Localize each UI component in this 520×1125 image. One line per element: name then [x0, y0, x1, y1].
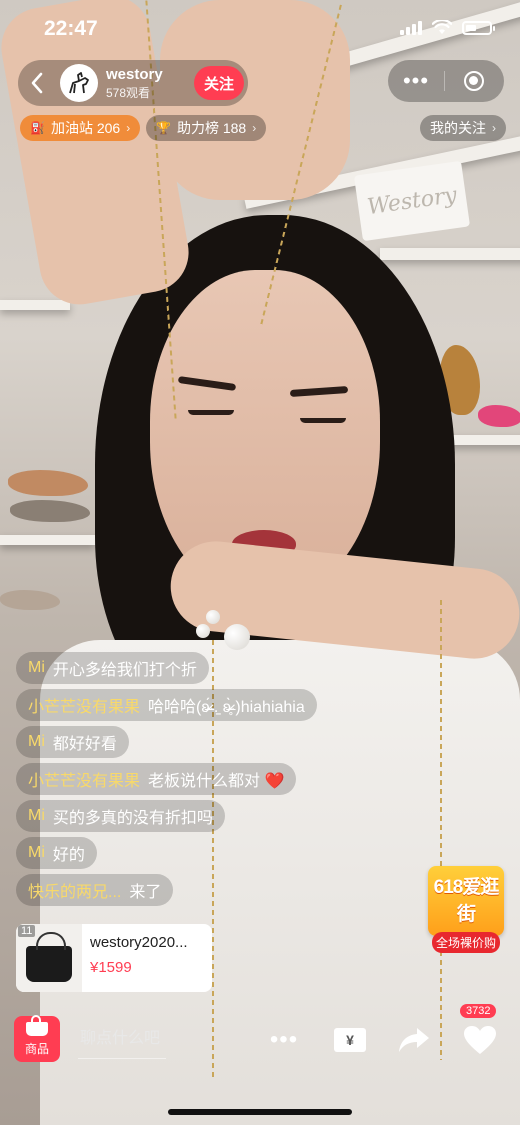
chevron-left-icon: [31, 72, 43, 94]
target-icon: [464, 71, 484, 91]
pearl: [206, 610, 220, 624]
comment-item: 快乐的两兄... 来了: [16, 874, 174, 906]
wall-shelf: [0, 535, 95, 545]
eye: [300, 418, 346, 423]
chevron-right-icon: ›: [252, 121, 257, 135]
coupon-icon: ¥: [334, 1028, 366, 1052]
comment-feed: Mi 开心多给我们打个折 小芒芒没有果果 哈哈哈(ʚ̴̶̷́ .̠ ʚ̴̶̷̥̀ )…: [16, 652, 376, 911]
support-rank-chip[interactable]: 🏆 助力榜 188 ›: [146, 115, 267, 141]
product-info: westory2020... ¥1599: [82, 924, 196, 992]
comment-username: Mi: [28, 844, 45, 861]
comment-item: Mi 开心多给我们打个折: [16, 652, 209, 684]
coupon-button[interactable]: ¥: [330, 1020, 370, 1060]
comment-text: 开心多给我们打个折: [52, 662, 197, 679]
follow-button[interactable]: 关注: [193, 66, 244, 100]
horse-rider-logo-icon: [62, 66, 96, 100]
comment-username: Mi: [28, 659, 45, 676]
pearl: [196, 624, 210, 638]
trophy-icon: 🏆: [156, 121, 171, 135]
miniprogram-capsule: •••: [388, 60, 504, 102]
view-count: 578观看: [106, 85, 151, 100]
product-thumbnail: 11: [16, 924, 82, 992]
like-button[interactable]: [460, 1020, 500, 1060]
comment-username: 小芒芒没有果果: [28, 773, 141, 790]
comment-text: 都好好看: [52, 736, 117, 753]
promo-618-badge[interactable]: 618爱逛街 全场裸价购: [428, 866, 504, 953]
product-name: westory2020...: [90, 934, 188, 951]
battery-icon: [462, 20, 495, 35]
close-miniprogram-button[interactable]: [445, 71, 503, 91]
my-follow-chip[interactable]: 我的关注 ›: [420, 115, 506, 141]
heart-icon: [464, 1026, 496, 1054]
wall-logo-sign: Westory: [353, 160, 471, 242]
eye: [188, 410, 234, 415]
comment-text: 来了: [129, 884, 162, 901]
status-bar: 22:47: [0, 0, 520, 58]
host-avatar[interactable]: [60, 64, 98, 102]
comment-text: 老板说什么都对 ❤️: [148, 773, 285, 790]
comment-text: 买的多真的没有折扣吗: [52, 810, 213, 827]
necklace-chain: [440, 600, 442, 1060]
wall-shelf: [380, 248, 520, 260]
fuel-station-chip[interactable]: ⛽ 加油站 206 ›: [20, 115, 141, 141]
comment-username: 快乐的两兄...: [28, 884, 122, 901]
comment-username: 小芒芒没有果果: [28, 699, 141, 716]
comment-item: Mi 好的: [16, 837, 97, 869]
wifi-icon: [432, 20, 452, 34]
comment-username: Mi: [28, 807, 45, 824]
goods-button[interactable]: 商品: [14, 1015, 60, 1062]
promo-title: 618爱逛街: [433, 877, 500, 925]
my-follow-label: 我的关注: [430, 120, 486, 136]
home-indicator: [168, 1109, 352, 1115]
handbag-image: [26, 932, 72, 982]
chevron-right-icon: ›: [492, 121, 496, 135]
host-header: westory 578观看 关注: [18, 60, 248, 106]
share-icon: [399, 1028, 429, 1052]
product-index: 11: [18, 925, 36, 937]
comment-username: Mi: [28, 733, 45, 750]
comment-item: 小芒芒没有果果 哈哈哈(ʚ̴̶̷́ .̠ ʚ̴̶̷̥̀ )hiahiahia: [16, 689, 317, 721]
like-count-badge: 3732: [460, 1004, 497, 1018]
goods-label: 商品: [24, 1042, 49, 1056]
chat-input-underline: [78, 1058, 166, 1059]
product-price: ¥1599: [90, 959, 132, 976]
product-card[interactable]: 11 westory2020... ¥1599: [16, 924, 212, 992]
host-info: westory 578观看: [106, 66, 163, 101]
shoe: [8, 470, 88, 496]
shoe: [0, 590, 60, 610]
fuel-pump-icon: ⛽: [30, 121, 45, 135]
comment-text: 哈哈哈(ʚ̴̶̷́ .̠ ʚ̴̶̷̥̀ )hiahiahia: [148, 699, 305, 716]
share-button[interactable]: [394, 1020, 434, 1060]
comment-text: 好的: [52, 847, 85, 864]
comment-item: Mi 买的多真的没有折扣吗: [16, 800, 225, 832]
chevron-right-icon: ›: [126, 121, 131, 135]
pearl: [224, 624, 250, 650]
shoe: [10, 500, 90, 522]
back-button[interactable]: [18, 60, 56, 106]
status-time: 22:47: [44, 17, 98, 40]
more-actions-icon[interactable]: •••: [264, 1020, 304, 1060]
wall-shelf: [0, 300, 70, 310]
comment-item: 小芒芒没有果果 老板说什么都对 ❤️: [16, 763, 297, 795]
shopping-bag-icon: [26, 1015, 48, 1036]
shoe: [478, 405, 520, 427]
more-options-icon[interactable]: •••: [388, 68, 444, 94]
promo-subtitle: 全场裸价购: [432, 932, 500, 953]
comment-item: Mi 都好好看: [16, 726, 129, 758]
fuel-station-label: 加油站 206: [50, 120, 121, 136]
chat-input[interactable]: [78, 1020, 252, 1058]
host-name: westory: [106, 65, 163, 83]
status-icons: [400, 20, 495, 35]
support-rank-label: 助力榜 188: [176, 120, 247, 136]
signal-icon: [400, 20, 422, 35]
